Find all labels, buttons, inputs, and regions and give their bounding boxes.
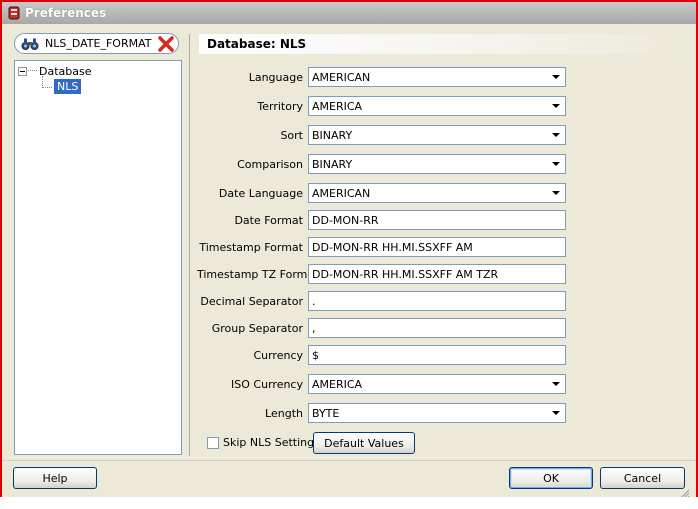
timestamp-tz-format-field[interactable]: DD-MON-RR HH.MI.SSXFF AM TZR [308, 264, 566, 284]
background-editor-strip [0, 497, 698, 509]
currency-row: Currency $ [197, 345, 566, 365]
dropdown-arrow-icon[interactable] [548, 69, 564, 85]
sort-select[interactable]: BINARY [308, 125, 566, 145]
timestamp-tz-format-row: Timestamp TZ Format DD-MON-RR HH.MI.SSXF… [197, 264, 566, 284]
footer-divider [2, 460, 696, 461]
currency-value: $ [312, 348, 319, 362]
currency-field[interactable]: $ [308, 345, 566, 365]
skip-nls-settings-checkbox[interactable]: Skip NLS Settings [207, 436, 320, 449]
clear-icon[interactable] [157, 35, 175, 53]
comparison-value: BINARY [312, 157, 353, 171]
dropdown-arrow-icon[interactable] [548, 156, 564, 172]
length-value: BYTE [312, 406, 340, 420]
dropdown-arrow-icon[interactable] [548, 405, 564, 421]
date-language-select[interactable]: AMERICAN [308, 183, 566, 203]
checkbox-box[interactable] [207, 436, 219, 449]
page-title: Database: NLS [199, 34, 689, 54]
territory-select[interactable]: AMERICA [308, 96, 566, 116]
timestamp-format-field[interactable]: DD-MON-RR HH.MI.SSXFF AM [308, 237, 566, 257]
date-format-value: DD-MON-RR [312, 213, 379, 227]
territory-value: AMERICA [312, 99, 363, 113]
iso-currency-row: ISO Currency AMERICA [197, 374, 566, 394]
decimal-separator-value: . [312, 294, 316, 308]
territory-label: Territory [257, 99, 303, 113]
preferences-app-icon [7, 6, 21, 20]
timestamp-format-row: Timestamp Format DD-MON-RR HH.MI.SSXFF A… [197, 237, 566, 257]
timestamp-tz-format-value: DD-MON-RR HH.MI.SSXFF AM TZR [312, 267, 499, 281]
search-box[interactable] [14, 33, 179, 54]
date-format-row: Date Format DD-MON-RR [197, 210, 566, 230]
search-input[interactable] [45, 37, 155, 50]
currency-label: Currency [253, 348, 303, 362]
iso-currency-label: ISO Currency [231, 377, 303, 391]
length-label: Length [265, 406, 303, 420]
decimal-separator-row: Decimal Separator . [197, 291, 566, 311]
iso-currency-value: AMERICA [312, 377, 363, 391]
tree-label-database: Database [39, 65, 92, 78]
date-language-label: Date Language [218, 186, 303, 200]
dropdown-arrow-icon[interactable] [548, 127, 564, 143]
ok-button[interactable]: OK [509, 467, 593, 489]
help-button[interactable]: Help [13, 467, 97, 489]
date-language-value: AMERICAN [312, 186, 371, 200]
timestamp-format-value: DD-MON-RR HH.MI.SSXFF AM [312, 240, 473, 254]
timestamp-format-label: Timestamp Format [199, 240, 303, 254]
group-separator-field[interactable]: , [308, 318, 566, 338]
comparison-select[interactable]: BINARY [308, 154, 566, 174]
default-values-button[interactable]: Default Values [313, 432, 415, 454]
language-value: AMERICAN [312, 70, 371, 84]
sort-label: Sort [280, 128, 303, 142]
panel-divider[interactable] [189, 34, 190, 456]
window-title: Preferences [25, 6, 107, 20]
territory-row: Territory AMERICA [197, 96, 566, 116]
decimal-separator-field[interactable]: . [308, 291, 566, 311]
tree-connector [42, 87, 52, 88]
group-separator-row: Group Separator , [197, 318, 566, 338]
preferences-tree[interactable]: Database NLS [14, 60, 182, 455]
language-row: Language AMERICAN [197, 67, 566, 87]
date-format-field[interactable]: DD-MON-RR [308, 210, 566, 230]
tree-node-database[interactable]: Database [18, 65, 92, 78]
comparison-row: Comparison BINARY [197, 154, 566, 174]
tree-label-nls: NLS [54, 79, 82, 94]
dropdown-arrow-icon[interactable] [548, 376, 564, 392]
group-separator-label: Group Separator [211, 321, 303, 335]
length-row: Length BYTE [197, 403, 566, 423]
sort-row: Sort BINARY [197, 125, 566, 145]
cancel-button[interactable]: Cancel [600, 467, 685, 489]
binoculars-icon [21, 38, 39, 50]
date-language-row: Date Language AMERICAN [197, 183, 566, 203]
group-separator-value: , [312, 321, 316, 335]
sort-value: BINARY [312, 128, 353, 142]
length-select[interactable]: BYTE [308, 403, 566, 423]
tree-connector [28, 70, 37, 71]
timestamp-tz-format-label: Timestamp TZ Format [197, 267, 319, 281]
decimal-separator-label: Decimal Separator [200, 294, 303, 308]
date-format-label: Date Format [234, 213, 303, 227]
tree-node-nls[interactable]: NLS [54, 79, 82, 94]
skip-nls-settings-label: Skip NLS Settings [223, 436, 320, 449]
dropdown-arrow-icon[interactable] [548, 185, 564, 201]
iso-currency-select[interactable]: AMERICA [308, 374, 566, 394]
language-select[interactable]: AMERICAN [308, 67, 566, 87]
comparison-label: Comparison [237, 157, 303, 171]
language-label: Language [248, 70, 303, 84]
dropdown-arrow-icon[interactable] [548, 98, 564, 114]
collapse-icon[interactable] [18, 67, 27, 76]
title-bar[interactable]: Preferences [2, 2, 696, 24]
preferences-dialog: Preferences Database NLS [0, 0, 698, 499]
